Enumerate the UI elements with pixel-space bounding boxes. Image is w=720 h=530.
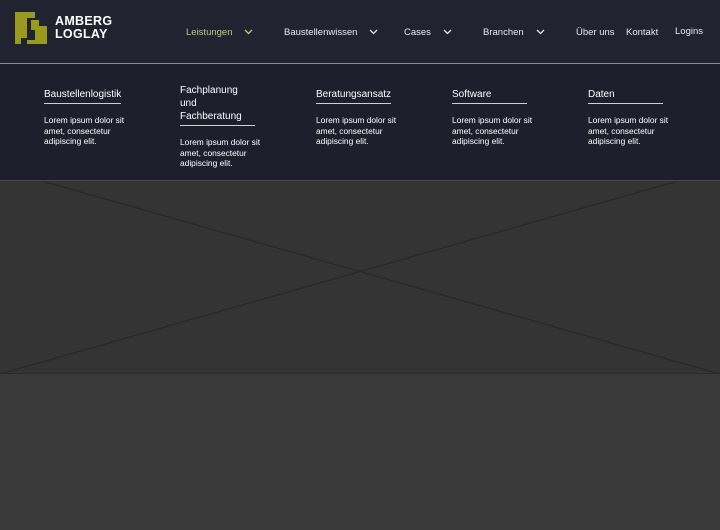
image-placeholder-icon [0,181,720,374]
nav-item-label: Cases [404,26,431,38]
mega-menu-description: Lorem ipsum dolor sit amet, consectetur … [180,137,261,169]
nav-item-leistungen[interactable]: Leistungen [186,23,253,41]
mega-menu-link[interactable]: Daten [588,88,663,104]
mega-menu-description: Lorem ipsum dolor sit amet, consectetur … [44,115,125,147]
nav-item-cases[interactable]: Cases [404,23,452,41]
site-header: AMBERG LOGLAY Leistungen Baustellenwisse… [0,0,720,64]
nav-item-label: Branchen [483,26,524,38]
nav-item-label: Baustellenwissen [284,26,358,38]
nav-item-branchen[interactable]: Branchen [483,23,545,41]
mega-menu-column: Daten Lorem ipsum dolor sit amet, consec… [588,84,710,147]
mega-menu-column: Baustellenlogistik Lorem ipsum dolor sit… [44,84,166,147]
mega-menu: Baustellenlogistik Lorem ipsum dolor sit… [0,64,720,181]
nav-item-label: Leistungen [186,26,233,38]
logo[interactable]: AMBERG LOGLAY [15,12,115,46]
nav-item-logins[interactable]: Logins [675,22,703,40]
nav-item-ueber-uns[interactable]: Über uns [576,23,615,41]
mega-menu-link[interactable]: Baustellenlogistik [44,88,122,104]
content-area [0,374,720,530]
nav-item-baustellenwissen[interactable]: Baustellenwissen [284,23,378,41]
logo-wordmark: AMBERG LOGLAY [55,15,112,41]
nav-item-label: Kontakt [626,26,659,38]
mega-menu-description: Lorem ipsum dolor sit amet, consectetur … [316,115,397,147]
mega-menu-description: Lorem ipsum dolor sit amet, consectetur … [452,115,533,147]
chevron-down-icon [369,29,378,35]
mega-menu-link[interactable]: Fachplanung und Fachberatung [180,84,255,126]
logo-line-2: LOGLAY [55,27,108,41]
mega-menu-link[interactable]: Software [452,88,527,104]
chevron-down-icon [536,29,545,35]
mega-menu-link[interactable]: Beratungsansatz [316,88,392,104]
mega-menu-column: Software Lorem ipsum dolor sit amet, con… [452,84,574,147]
nav-item-kontakt[interactable]: Kontakt [626,23,658,41]
mega-menu-column: Beratungsansatz Lorem ipsum dolor sit am… [316,84,438,147]
logo-mark-icon [15,12,47,44]
chevron-down-icon [443,29,452,35]
hero-image-placeholder [0,181,720,374]
nav-item-label: Logins [675,25,703,37]
nav-item-label: Über uns [576,26,615,38]
mega-menu-column: Fachplanung und Fachberatung Lorem ipsum… [180,84,302,169]
mega-menu-description: Lorem ipsum dolor sit amet, consectetur … [588,115,669,147]
chevron-down-icon [244,29,253,35]
